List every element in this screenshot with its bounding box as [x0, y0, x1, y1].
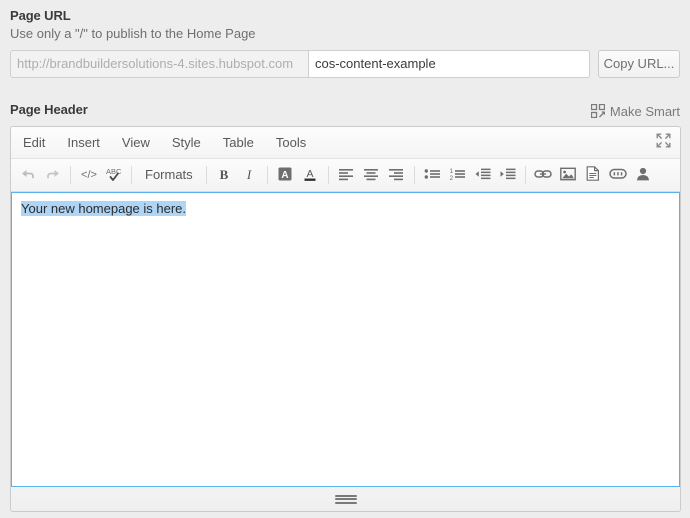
toolbar-separator — [327, 166, 329, 184]
editor-paragraph: Your new homepage is here. — [21, 200, 670, 217]
source-code-icon: </> — [80, 167, 98, 184]
toolbar-separator — [205, 166, 207, 184]
editor-resize-handle[interactable] — [334, 494, 357, 504]
url-slug-input[interactable] — [308, 50, 590, 78]
align-right-icon — [388, 167, 404, 184]
smart-content-icon — [590, 104, 605, 118]
fullscreen-button[interactable] — [650, 130, 676, 154]
page-url-section: Page URL Use only a "/" to publish to th… — [10, 8, 680, 78]
menu-table[interactable]: Table — [223, 127, 268, 158]
grip-line — [334, 494, 357, 497]
toolbar-separator — [524, 166, 526, 184]
make-smart-label: Make Smart — [609, 103, 680, 119]
spellcheck-button[interactable]: ABC — [101, 163, 126, 187]
make-smart-button[interactable]: Make Smart — [590, 103, 680, 119]
image-icon — [560, 167, 577, 184]
editor-menubar: Edit Insert View Style Table Tools — [11, 127, 680, 159]
svg-text:2: 2 — [449, 175, 453, 181]
text-color-icon: A — [302, 166, 318, 185]
page-url-help-text: Use only a "/" to publish to the Home Pa… — [10, 26, 256, 41]
svg-text:1: 1 — [449, 168, 453, 175]
menu-edit[interactable]: Edit — [23, 127, 59, 158]
source-code-button[interactable]: </> — [76, 163, 101, 187]
insert-document-button[interactable] — [581, 163, 606, 187]
contact-button[interactable] — [631, 163, 656, 187]
page-url-input-row: http://brandbuildersolutions-4.sites.hub… — [10, 50, 680, 78]
personalization-token-button[interactable] — [606, 163, 631, 187]
insert-image-button[interactable] — [556, 163, 581, 187]
indent-button[interactable] — [495, 163, 520, 187]
fullscreen-icon — [656, 133, 671, 151]
link-icon — [534, 167, 552, 184]
background-color-button[interactable]: A — [273, 163, 298, 187]
align-right-button[interactable] — [384, 163, 409, 187]
toolbar-separator — [413, 166, 415, 184]
bullet-list-icon — [424, 167, 441, 184]
numbered-list-icon: 1 2 — [449, 167, 466, 184]
toolbar-separator — [266, 166, 268, 184]
page-header-row: Page Header Make Smart — [10, 102, 680, 120]
svg-text:ABC: ABC — [106, 167, 122, 176]
italic-icon: I — [242, 167, 256, 184]
editor-toolbar: </> ABC Formats B I A A 1 2 — [11, 159, 680, 192]
menu-view[interactable]: View — [122, 127, 164, 158]
url-domain-prefix: http://brandbuildersolutions-4.sites.hub… — [10, 50, 308, 78]
undo-button[interactable] — [15, 163, 40, 187]
bold-button[interactable]: B — [212, 163, 237, 187]
numbered-list-button[interactable]: 1 2 — [445, 163, 470, 187]
align-left-icon — [338, 167, 354, 184]
italic-button[interactable]: I — [237, 163, 262, 187]
editor-statusbar — [11, 487, 680, 511]
bullet-list-button[interactable] — [420, 163, 445, 187]
indent-icon — [499, 167, 516, 184]
svg-text:A: A — [307, 168, 314, 180]
personalization-token-icon — [609, 167, 627, 183]
redo-icon — [45, 166, 61, 185]
highlight-color-icon: A — [277, 166, 293, 185]
insert-link-button[interactable] — [531, 163, 556, 187]
document-icon — [586, 166, 600, 184]
rich-text-editor: Edit Insert View Style Table Tools </> A… — [10, 126, 681, 512]
outdent-button[interactable] — [470, 163, 495, 187]
text-color-button[interactable]: A — [298, 163, 323, 187]
align-left-button[interactable] — [334, 163, 359, 187]
grip-line — [334, 501, 357, 504]
undo-icon — [20, 166, 36, 185]
selected-text[interactable]: Your new homepage is here. — [21, 201, 187, 216]
svg-text:I: I — [246, 167, 252, 181]
svg-text:B: B — [220, 167, 229, 181]
page-header-label: Page Header — [10, 102, 88, 117]
align-center-button[interactable] — [359, 163, 384, 187]
svg-text:</>: </> — [81, 169, 97, 181]
menu-insert[interactable]: Insert — [67, 127, 114, 158]
align-center-icon — [363, 167, 379, 184]
editor-content-area[interactable]: Your new homepage is here. — [13, 194, 678, 485]
menu-style[interactable]: Style — [172, 127, 215, 158]
grip-line — [334, 498, 357, 500]
contact-icon — [636, 167, 650, 184]
svg-text:A: A — [282, 170, 289, 181]
editor-content-frame: Your new homepage is here. — [11, 192, 680, 487]
outdent-icon — [474, 167, 491, 184]
formats-dropdown[interactable]: Formats — [137, 163, 201, 187]
spellcheck-icon: ABC — [105, 166, 123, 185]
toolbar-separator — [70, 166, 71, 184]
copy-url-button[interactable]: Copy URL... — [598, 50, 680, 78]
bold-icon: B — [217, 167, 231, 184]
page-url-label: Page URL — [10, 8, 71, 23]
redo-button[interactable] — [40, 163, 65, 187]
menu-tools[interactable]: Tools — [276, 127, 320, 158]
toolbar-separator — [131, 166, 132, 184]
